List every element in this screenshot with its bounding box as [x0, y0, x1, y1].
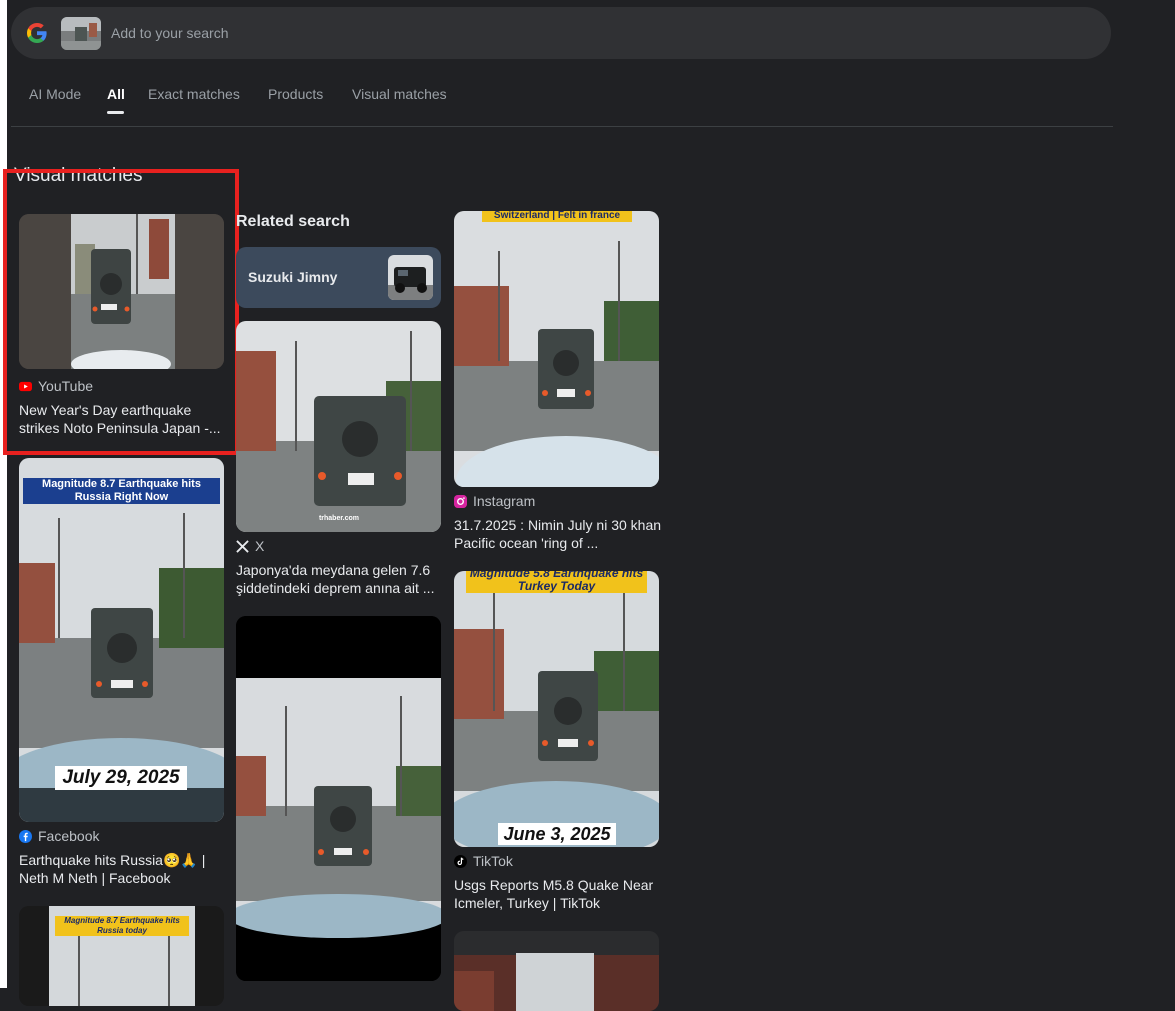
- left-edge: [0, 0, 7, 988]
- result-image-instagram[interactable]: Switzerland | Felt in france: [454, 211, 659, 487]
- caption-line: Icmeler, Turkey | TikTok: [454, 895, 601, 911]
- tab-exact-matches[interactable]: Exact matches: [148, 86, 240, 102]
- x-icon: [236, 539, 249, 553]
- caption-line: Usgs Reports M5.8 Quake Near: [454, 877, 654, 893]
- instagram-icon: [454, 494, 467, 508]
- image-overlay-date: June 3, 2025: [498, 823, 616, 845]
- tab-all[interactable]: All: [107, 86, 125, 102]
- tab-visual-matches[interactable]: Visual matches: [352, 86, 447, 102]
- result-image-facebook[interactable]: Magnitude 8.7 Earthquake hits Russia Rig…: [19, 458, 224, 822]
- image-overlay-date: July 29, 2025: [55, 766, 187, 790]
- tab-ai-mode[interactable]: AI Mode: [29, 86, 81, 102]
- result-title-facebook[interactable]: Earthquake hits Russia🥺🙏 | Neth M Neth |…: [19, 851, 227, 887]
- highlight-box: [3, 169, 239, 455]
- related-search-chip[interactable]: Suzuki Jimny: [236, 247, 441, 308]
- image-overlay-title: Magnitude 8.7 Earthquake hits Russia Rig…: [23, 478, 220, 504]
- divider: [11, 126, 1113, 127]
- result-title-tiktok[interactable]: Usgs Reports M5.8 Quake Near Icmeler, Tu…: [454, 876, 669, 912]
- tab-products[interactable]: Products: [268, 86, 323, 102]
- facebook-icon: [19, 829, 32, 843]
- related-search-thumbnail: [388, 255, 433, 300]
- active-tab-indicator: [107, 111, 124, 114]
- search-bar[interactable]: Add to your search: [11, 7, 1111, 59]
- caption-line: Japonya'da meydana gelen 7.6: [236, 562, 431, 578]
- image-overlay-title: Magnitude 8.7 Earthquake hits Russia tod…: [55, 916, 189, 936]
- image-overlay-title: Magnitude 5.8 Earthquake hits Turkey Tod…: [466, 571, 647, 593]
- caption-line: 31.7.2025 : Nimin July ni 30 khan: [454, 517, 662, 533]
- source-facebook[interactable]: Facebook: [19, 828, 99, 844]
- result-image-tiktok[interactable]: Magnitude 5.8 Earthquake hits Turkey Tod…: [454, 571, 659, 847]
- source-label: X: [255, 538, 265, 554]
- source-label: Facebook: [38, 828, 100, 844]
- source-label: Instagram: [473, 493, 536, 509]
- caption-line: Pacific ocean 'ring of ...: [454, 535, 599, 551]
- source-label: TikTok: [473, 853, 513, 869]
- result-title-instagram[interactable]: 31.7.2025 : Nimin July ni 30 khan Pacifi…: [454, 516, 669, 552]
- source-tiktok[interactable]: TikTok: [454, 853, 513, 869]
- source-x[interactable]: X: [236, 538, 264, 554]
- result-title-x[interactable]: Japonya'da meydana gelen 7.6 şiddetindek…: [236, 561, 446, 597]
- caption-line: şiddetindeki deprem anına ait ...: [236, 580, 435, 596]
- query-image-thumbnail[interactable]: [61, 17, 101, 50]
- search-input[interactable]: Add to your search: [111, 25, 229, 41]
- result-image-x[interactable]: trhaber.com: [236, 321, 441, 532]
- tiktok-icon: [454, 854, 467, 868]
- caption-line: Neth M Neth | Facebook: [19, 870, 171, 886]
- google-logo-icon[interactable]: [25, 21, 49, 45]
- image-watermark: trhaber.com: [318, 515, 360, 522]
- related-search-label: Suzuki Jimny: [248, 269, 338, 285]
- result-image-video[interactable]: [236, 616, 441, 981]
- result-image-partial[interactable]: Magnitude 8.7 Earthquake hits Russia tod…: [19, 906, 224, 1006]
- caption-line: Earthquake hits Russia🥺🙏 |: [19, 852, 206, 868]
- result-image-partial-2[interactable]: [454, 931, 659, 1011]
- image-overlay-title: Switzerland | Felt in france: [482, 211, 632, 222]
- related-search-title: Related search: [236, 213, 350, 230]
- source-instagram[interactable]: Instagram: [454, 493, 535, 509]
